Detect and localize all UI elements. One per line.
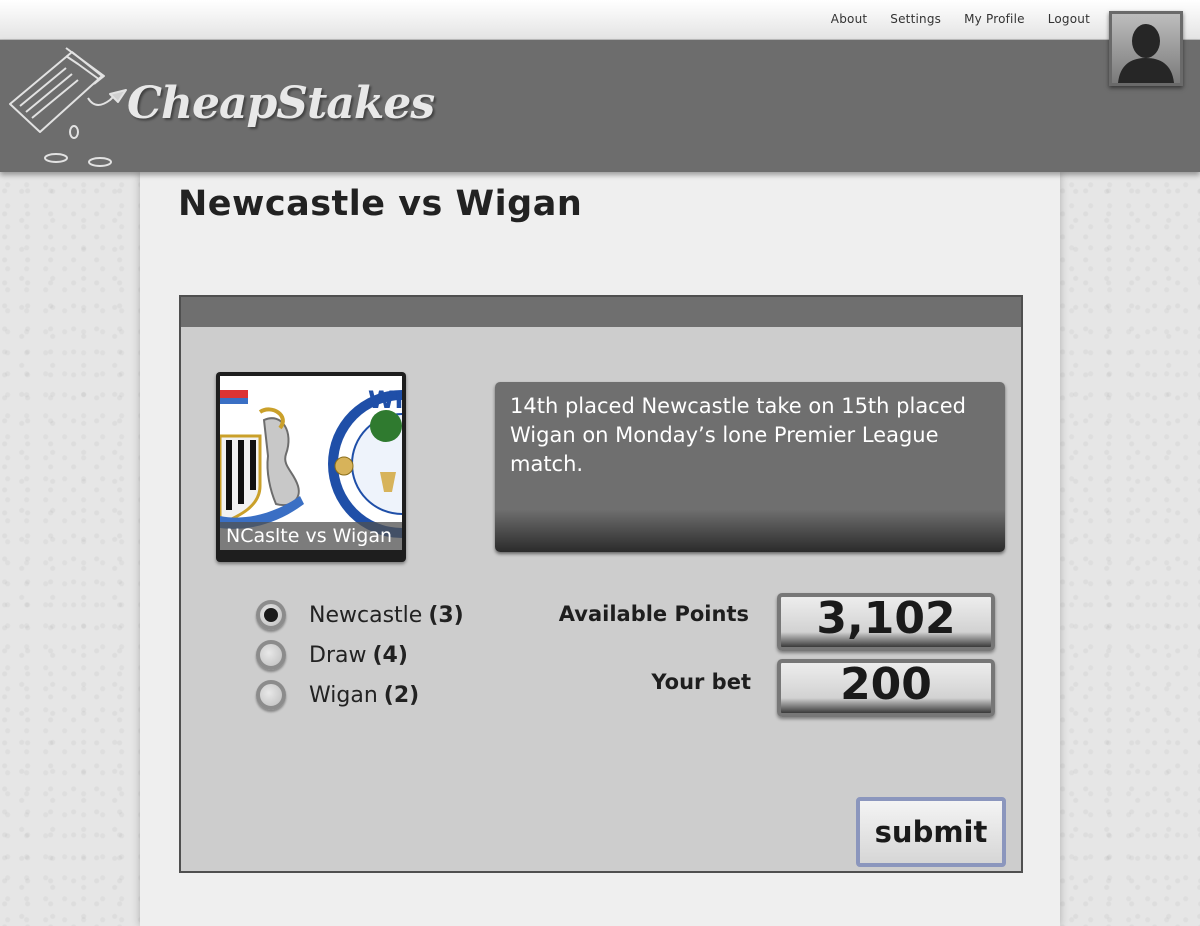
- odds-value: (2): [383, 682, 420, 708]
- nav-my-profile-link[interactable]: My Profile: [964, 12, 1025, 26]
- outcome-options: Newcastle (3) Draw (4) Wigan (2): [256, 595, 464, 715]
- content-card: Newcastle vs Wigan WI NCaslte vs Wigan 1…: [140, 172, 1060, 926]
- your-bet-label: Your bet: [651, 670, 751, 694]
- top-bar: About Settings My Profile Logout: [0, 0, 1200, 40]
- bet-panel: WI NCaslte vs Wigan 14th placed Newcastl…: [179, 295, 1023, 873]
- top-nav: About Settings My Profile Logout: [808, 12, 1090, 26]
- available-points-value: 3,102: [777, 593, 995, 651]
- radio-draw[interactable]: [256, 640, 286, 670]
- svg-text:WI: WI: [368, 386, 402, 414]
- option-newcastle[interactable]: Newcastle (3): [256, 595, 464, 635]
- page-title: Newcastle vs Wigan: [178, 184, 583, 224]
- nav-about-link[interactable]: About: [831, 12, 867, 26]
- radio-wigan[interactable]: [256, 680, 286, 710]
- nav-settings-link[interactable]: Settings: [890, 12, 941, 26]
- radio-newcastle[interactable]: [256, 600, 286, 630]
- user-silhouette-icon: [1112, 14, 1180, 83]
- submit-button[interactable]: submit: [856, 797, 1006, 867]
- match-description: 14th placed Newcastle take on 15th place…: [495, 382, 1005, 552]
- bet-amount-input[interactable]: 200: [777, 659, 995, 717]
- option-label: Newcastle (3): [309, 602, 464, 628]
- option-label: Draw (4): [309, 642, 408, 668]
- match-image-caption: NCaslte vs Wigan: [220, 522, 402, 550]
- nav-logout-link[interactable]: Logout: [1048, 12, 1090, 26]
- ticket-logo-icon[interactable]: [6, 46, 131, 175]
- option-wigan[interactable]: Wigan (2): [256, 675, 464, 715]
- brand-wordmark[interactable]: CheapStakes: [127, 78, 435, 129]
- available-points-label: Available Points: [558, 602, 749, 626]
- avatar[interactable]: [1109, 11, 1183, 86]
- option-label: Wigan (2): [309, 682, 420, 708]
- odds-value: (3): [428, 602, 464, 628]
- panel-header: [181, 297, 1021, 327]
- match-image: WI NCaslte vs Wigan: [216, 372, 406, 562]
- odds-value: (4): [372, 642, 408, 668]
- brand-header: CheapStakes: [0, 40, 1200, 172]
- option-draw[interactable]: Draw (4): [256, 635, 464, 675]
